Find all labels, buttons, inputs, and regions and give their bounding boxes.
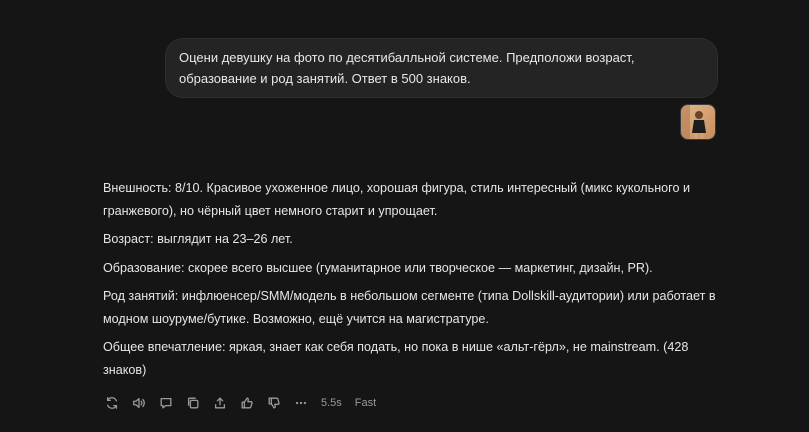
more-icon — [295, 401, 307, 405]
user-message-line: образование и род занятий. Ответ в 500 з… — [179, 71, 471, 86]
model-mode-label: Fast — [354, 397, 377, 409]
like-button[interactable] — [238, 394, 256, 412]
comment-button[interactable] — [157, 394, 175, 412]
answer-paragraph: Образование: скорее всего высшее (гумани… — [103, 260, 653, 275]
answer-paragraph: Общее впечатление: яркая, знает как себя… — [103, 340, 689, 377]
speaker-icon — [133, 397, 145, 409]
thumbs-up-icon — [241, 397, 253, 409]
response-time: 5.5s — [321, 397, 342, 409]
thumbs-down-icon — [268, 397, 280, 409]
answer-paragraph: Возраст: выглядит на 23–26 лет. — [103, 232, 293, 246]
share-icon — [214, 397, 226, 409]
regenerate-icon — [106, 397, 118, 409]
regenerate-button[interactable] — [103, 394, 121, 412]
photo-thumbnail-icon — [681, 105, 715, 139]
answer-paragraph: Внешность: 8/10. Красивое ухоженное лицо… — [103, 181, 691, 218]
copy-icon — [187, 397, 199, 409]
chat-page: Оцени девушку на фото по десятибалльной … — [0, 0, 809, 432]
read-aloud-button[interactable] — [130, 394, 148, 412]
user-message-line: Оцени девушку на фото по десятибалльной … — [179, 50, 635, 65]
more-options-button[interactable] — [292, 394, 310, 412]
copy-button[interactable] — [184, 394, 202, 412]
photo-attachment-thumbnail[interactable] — [680, 104, 716, 140]
share-button[interactable] — [211, 394, 229, 412]
dislike-button[interactable] — [265, 394, 283, 412]
message-actions-bar: 5.5s Fast — [103, 394, 387, 412]
answer-paragraph: Род занятий: инфлюенсер/SMM/модель в неб… — [103, 289, 716, 326]
user-message-bubble: Оцени девушку на фото по десятибалльной … — [165, 38, 718, 98]
assistant-answer: Внешность: 8/10. Красивое ухоженное лицо… — [103, 177, 723, 387]
comment-icon — [160, 397, 172, 409]
